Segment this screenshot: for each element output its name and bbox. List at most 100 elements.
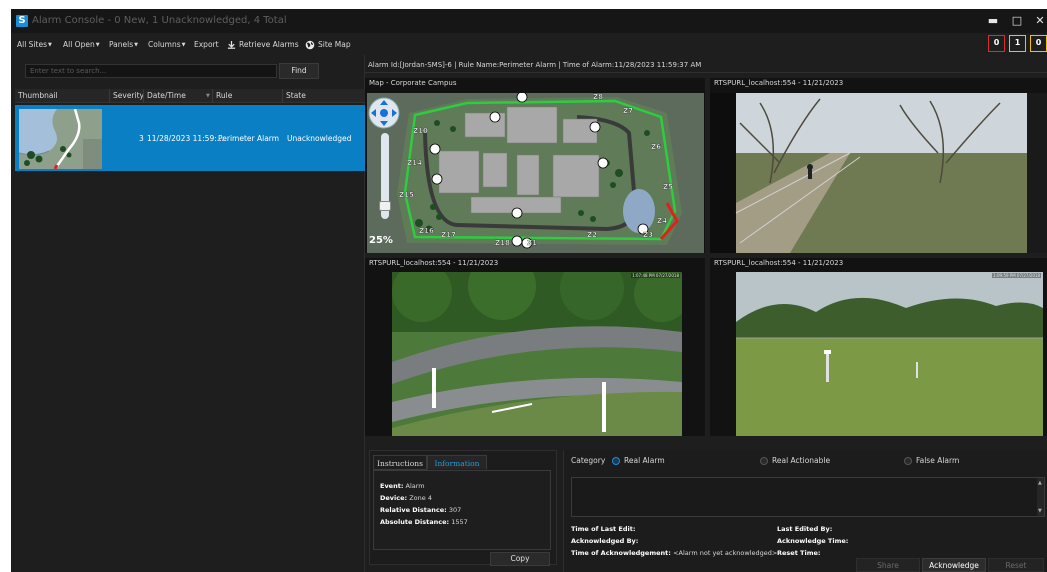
retrieve-alarms-button[interactable]: Retrieve Alarms — [227, 38, 299, 51]
info-relative-distance: Relative Distance: 307 — [380, 504, 544, 516]
menu-bar: All Sites▼ All Open▼ Panels▼ Columns▼ Ex… — [11, 33, 1047, 55]
zone-label-z7: Z7 — [623, 107, 633, 115]
caret-down-icon: ▼ — [181, 41, 186, 48]
camera-3-timestamp: 1:09:59 PM 07/27/2018 — [992, 273, 1041, 278]
radio-real-actionable[interactable] — [760, 457, 768, 465]
site-map-button[interactable]: Site Map — [305, 38, 351, 51]
all-sites-menu[interactable]: All Sites▼ — [17, 38, 52, 51]
all-open-menu[interactable]: All Open▼ — [63, 38, 100, 51]
option-real-alarm-label[interactable]: Real Alarm — [624, 456, 665, 465]
camera-3-image — [736, 272, 1043, 436]
absolute-distance-label: Absolute Distance: — [380, 518, 450, 526]
zoom-slider-handle[interactable] — [379, 201, 391, 211]
campus-map-image: Z10 Z14 Z15 Z16 Z17 Z18 Z1 Z2 Z3 Z4 Z5 Z… — [367, 93, 704, 253]
camera-3-title: RTSPURL_localhost:554 - 11/21/2023 — [714, 259, 844, 267]
event-label: Event: — [380, 482, 404, 490]
zoom-slider[interactable] — [379, 133, 391, 219]
find-button[interactable]: Find — [279, 63, 319, 79]
globe-icon — [305, 40, 315, 50]
scroll-up-icon[interactable]: ▲ — [1038, 480, 1042, 486]
download-icon — [227, 40, 236, 49]
tab-instructions[interactable]: Instructions — [373, 455, 427, 470]
table-row[interactable]: 3 11/28/2023 11:59:... Perimeter Alarm U… — [15, 105, 365, 171]
relative-distance-label: Relative Distance: — [380, 506, 447, 514]
title-bar: S Alarm Console - 0 New, 1 Unacknowledge… — [11, 9, 1047, 33]
column-header-state[interactable]: State — [286, 91, 306, 100]
zone-label-z8: Z8 — [593, 93, 603, 101]
close-button[interactable]: ✕ — [1033, 14, 1047, 28]
sort-desc-icon: ▼ — [206, 93, 210, 99]
event-value: Alarm — [405, 482, 425, 490]
share-button[interactable]: Share — [856, 558, 920, 572]
acknowledge-button[interactable]: Acknowledge — [922, 558, 986, 572]
notes-textarea[interactable] — [571, 477, 1045, 517]
alarm-console-window: S Alarm Console - 0 New, 1 Unacknowledge… — [11, 9, 1047, 572]
camera-2-view[interactable]: 1:07:48 PM 07/27/2018 — [392, 272, 682, 436]
unacknowledged-counter[interactable]: 1 — [1009, 35, 1026, 52]
alarm-list-panel: Find Thumbnail Severity Date/Time ▼ Rule… — [11, 55, 365, 572]
device-label: Device: — [380, 494, 408, 502]
map-zoom-level: 25% — [369, 235, 393, 246]
panels-menu[interactable]: Panels▼ — [109, 38, 138, 51]
reset-time-label: Reset Time: — [777, 549, 821, 557]
alarm-rule: Perimeter Alarm — [218, 134, 280, 143]
copy-button[interactable]: Copy — [490, 552, 550, 566]
maximize-button[interactable]: □ — [1010, 14, 1024, 28]
app-logo-icon: S — [16, 15, 28, 27]
radio-false-alarm[interactable] — [904, 457, 912, 465]
zone-label-z18: Z18 — [495, 239, 510, 247]
column-header-thumbnail[interactable]: Thumbnail — [18, 91, 58, 100]
camera-1-view[interactable] — [710, 93, 1047, 253]
site-map-view[interactable]: Z10 Z14 Z15 Z16 Z17 Z18 Z1 Z2 Z3 Z4 Z5 Z… — [367, 93, 704, 253]
alarm-thumbnail — [19, 109, 102, 169]
option-real-actionable-label[interactable]: Real Actionable — [772, 456, 830, 465]
camera-2-title: RTSPURL_localhost:554 - 11/21/2023 — [369, 259, 499, 267]
column-separator — [212, 89, 213, 103]
zone-label-z14: Z14 — [407, 159, 422, 167]
alarm-datetime: 11/28/2023 11:59:... — [147, 134, 224, 143]
zone-label-z16: Z16 — [419, 227, 434, 235]
device-value: Zone 4 — [409, 494, 432, 502]
alarm-state: Unacknowledged — [287, 134, 352, 143]
reset-button[interactable]: Reset — [988, 558, 1044, 572]
info-event: Event: Alarm — [380, 480, 544, 492]
column-header-datetime[interactable]: Date/Time — [147, 91, 186, 100]
map-pan-control-icon[interactable] — [368, 97, 400, 129]
time-of-last-edit-label: Time of Last Edit: — [571, 525, 636, 533]
time-of-acknowledgement-value: <Alarm not yet acknowledged> — [673, 549, 778, 557]
caret-down-icon: ▼ — [95, 41, 100, 48]
search-input[interactable] — [25, 64, 277, 78]
option-false-alarm-label[interactable]: False Alarm — [916, 456, 959, 465]
radio-real-alarm[interactable] — [612, 457, 620, 465]
acknowledgement-panel: Category Real Alarm Real Actionable Fals… — [563, 450, 1047, 572]
new-alarms-counter[interactable]: 0 — [988, 35, 1005, 52]
absolute-distance-value: 1557 — [451, 518, 468, 526]
acknowledged-by-label: Acknowledged By: — [571, 537, 639, 545]
all-open-label: All Open — [63, 40, 95, 49]
other-alarms-counter[interactable]: 0 — [1030, 35, 1047, 52]
scroll-down-icon[interactable]: ▼ — [1038, 508, 1042, 514]
zone-label-z1: Z1 — [527, 239, 537, 247]
map-pane-title: Map - Corporate Campus — [369, 79, 457, 87]
column-separator — [282, 89, 283, 103]
tab-information[interactable]: Information — [427, 455, 487, 470]
column-header-severity[interactable]: Severity — [113, 91, 144, 100]
alarm-details-header: Alarm Id:[Jordan-SMS]-6 | Rule Name:Peri… — [364, 58, 1047, 73]
zone-label-z17: Z17 — [441, 231, 456, 239]
info-absolute-distance: Absolute Distance: 1557 — [380, 516, 544, 528]
zone-label-z15: Z15 — [399, 191, 414, 199]
notes-scrollbar[interactable]: ▲ ▼ — [1037, 478, 1044, 516]
columns-menu[interactable]: Columns▼ — [148, 38, 186, 51]
category-label: Category — [571, 456, 606, 465]
camera-pane-3: RTSPURL_localhost:554 - 11/21/2023 1:09:… — [710, 258, 1047, 436]
column-separator — [143, 89, 144, 103]
column-header-rule[interactable]: Rule — [216, 91, 232, 100]
thumbnail-map-image — [19, 109, 102, 169]
camera-2-image — [392, 272, 682, 436]
camera-1-title: RTSPURL_localhost:554 - 11/21/2023 — [714, 79, 844, 87]
zone-label-z6: Z6 — [651, 143, 661, 151]
alarm-table-header: Thumbnail Severity Date/Time ▼ Rule Stat… — [15, 89, 365, 103]
minimize-button[interactable]: ▬ — [986, 14, 1000, 28]
export-button[interactable]: Export — [194, 38, 219, 51]
camera-3-view[interactable]: 1:09:59 PM 07/27/2018 — [736, 272, 1043, 436]
